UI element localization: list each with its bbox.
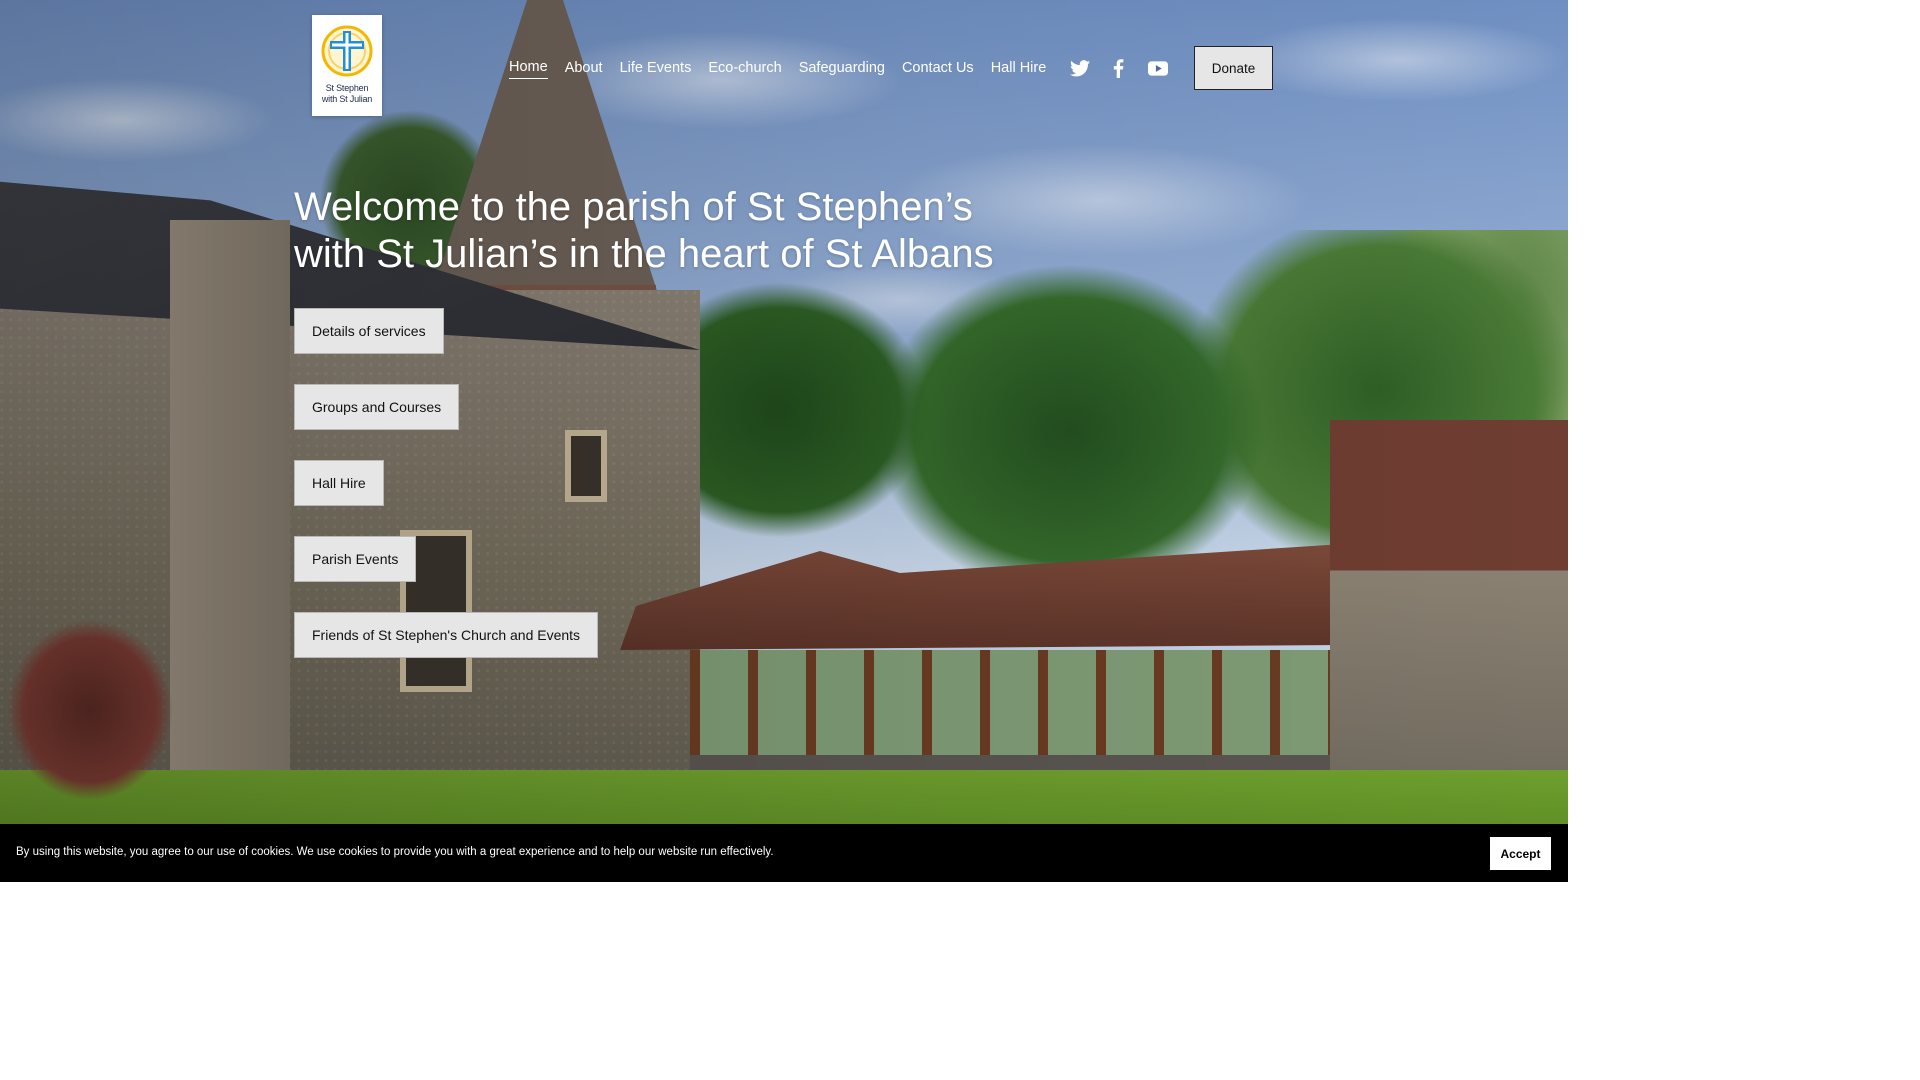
accept-cookies-button[interactable]: Accept xyxy=(1490,837,1551,870)
friends-of-st-stephens-button[interactable]: Friends of St Stephen's Church and Event… xyxy=(294,612,599,658)
image-overlay xyxy=(0,0,1568,882)
facebook-icon[interactable] xyxy=(1108,58,1129,79)
hero-title: Welcome to the parish of St Stephen’s wi… xyxy=(294,185,994,276)
page: St Stephen with St Julian Home About Lif… xyxy=(0,0,1568,882)
main-nav: Home About Life Events Eco-church Safegu… xyxy=(509,58,1046,80)
nav-contact-us[interactable]: Contact Us xyxy=(902,60,974,79)
nav-home[interactable]: Home xyxy=(509,59,548,79)
parish-events-button[interactable]: Parish Events xyxy=(294,536,417,582)
social-links xyxy=(1069,58,1168,79)
cross-logo-icon xyxy=(321,25,373,77)
donate-button[interactable]: Donate xyxy=(1194,46,1273,90)
logo-text: St Stephen with St Julian xyxy=(322,83,372,105)
hero-background-image xyxy=(0,0,1568,882)
cookie-message: By using this website, you agree to our … xyxy=(16,846,774,858)
hall-hire-button[interactable]: Hall Hire xyxy=(294,460,384,506)
groups-and-courses-button[interactable]: Groups and Courses xyxy=(294,384,460,430)
youtube-icon[interactable] xyxy=(1147,58,1168,79)
nav-about[interactable]: About xyxy=(565,60,603,79)
nav-eco-church[interactable]: Eco-church xyxy=(708,60,781,79)
nav-life-events[interactable]: Life Events xyxy=(620,60,692,79)
twitter-icon[interactable] xyxy=(1069,58,1090,79)
nav-safeguarding[interactable]: Safeguarding xyxy=(799,60,885,79)
details-of-services-button[interactable]: Details of services xyxy=(294,308,444,354)
logo-line-1: St Stephen xyxy=(325,83,369,93)
nav-hall-hire[interactable]: Hall Hire xyxy=(991,60,1047,79)
cookie-banner: By using this website, you agree to our … xyxy=(0,824,1568,882)
logo-line-2: with St Julian xyxy=(321,94,373,104)
site-logo[interactable]: St Stephen with St Julian xyxy=(312,15,382,116)
